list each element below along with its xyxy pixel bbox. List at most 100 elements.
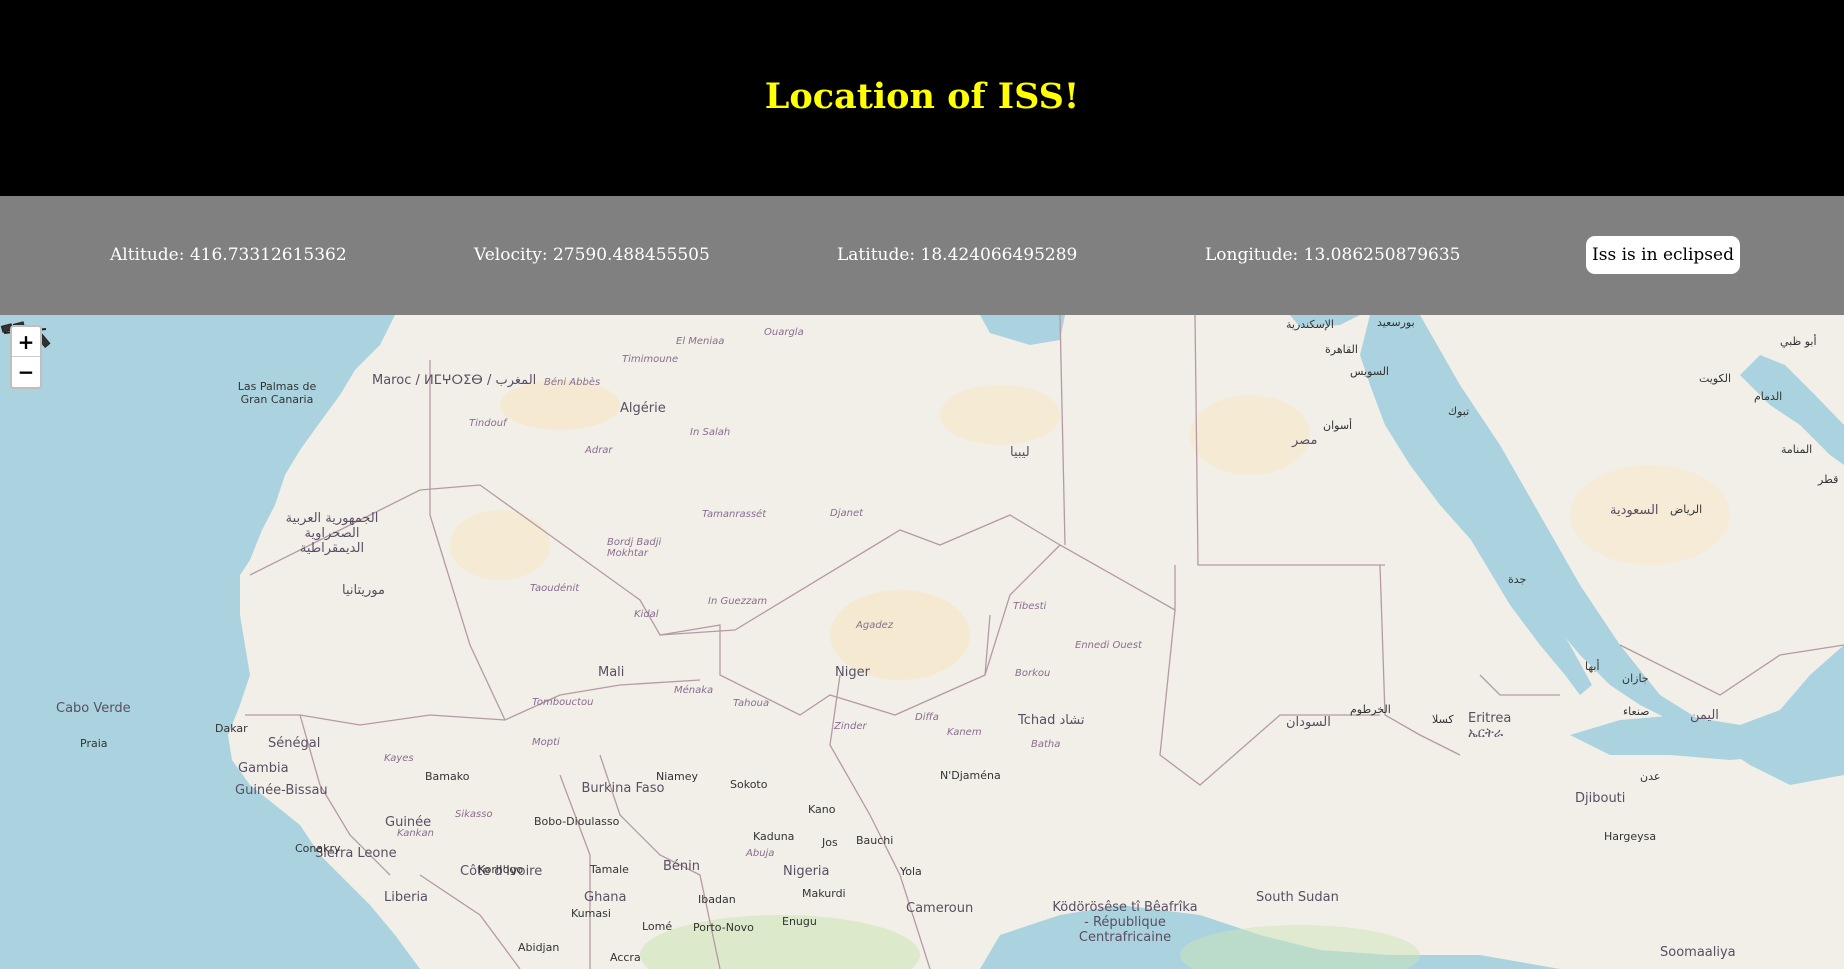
map-label-tamale: Tamale [590, 863, 629, 876]
map-label-in-guezzam: In Guezzam [708, 596, 768, 607]
map-label-morocco: Maroc / ⵍⵎⵖⵔⵉⴱ / المغرب [372, 373, 537, 388]
map-label-hargeysa: Hargeysa [1604, 830, 1657, 843]
map-label-nigeria: Nigeria [783, 864, 830, 879]
map-label-tabuk: تبوك [1448, 405, 1470, 418]
map-label-yola: Yola [900, 865, 922, 878]
zoom-out-button[interactable]: − [12, 357, 40, 387]
map-label-sanaa: صنعاء [1623, 705, 1650, 718]
map-label-khartoum: الخرطوم [1350, 703, 1391, 716]
map-label-abuja: Abuja [746, 848, 775, 859]
map-label-ghana: Ghana [584, 890, 627, 905]
map-label-jizan: جازان [1622, 672, 1649, 685]
map-label-in-salah: In Salah [690, 427, 731, 438]
map-tiles [228, 315, 1844, 969]
map-label-kankan: Kankan [397, 828, 434, 839]
map-label-tamanrasset: Tamanrassét [702, 509, 767, 520]
map-label-sudan: السودان [1286, 715, 1331, 730]
page-header: Location of ISS! [0, 0, 1844, 196]
map-label-mali: Mali [598, 665, 625, 680]
map-label-suez: السويس [1350, 365, 1389, 378]
world-map[interactable]: Maroc / ⵍⵎⵖⵔⵉⴱ / المغرب Algérie Mali Nig… [0, 315, 1844, 969]
map-label-agadez: Agadez [856, 620, 894, 631]
map-label-tibesti: Tibesti [1013, 601, 1047, 612]
map-label-tombouctou: Tombouctou [532, 697, 594, 708]
map-label-manama: المنامة [1781, 443, 1813, 456]
map-label-gambia: Gambia [238, 761, 289, 776]
map-label-saudi: السعودية [1610, 503, 1659, 518]
map-label-bordj-badji: Bordj Badji Mokhtar [607, 537, 662, 559]
longitude-readout: Longitude: 13.086250879635 [1205, 245, 1461, 265]
map-label-kayes: Kayes [384, 753, 414, 764]
map-label-kuwait: الكويت [1699, 372, 1732, 385]
map-label-jos: Jos [822, 836, 838, 849]
map-label-aden: عدن [1640, 770, 1661, 783]
map-label-mauritania: موريتانيا [342, 583, 385, 598]
map-label-libya: ليبيا [1010, 445, 1030, 460]
map-label-aswan: أسوان [1323, 419, 1353, 432]
map-label-abu-dhabi: أبو ظبي [1780, 335, 1817, 348]
velocity-readout: Velocity: 27590.488455505 [474, 245, 710, 265]
zoom-control: + − [10, 325, 42, 389]
map-label-dammam: الدمام [1754, 390, 1783, 403]
map-label-kanem: Kanem [947, 727, 982, 738]
page-title: Location of ISS! [764, 76, 1080, 117]
map-label-kano: Kano [808, 803, 836, 816]
map-label-porto-novo: Porto-Novo [693, 921, 754, 934]
latitude-readout: Latitude: 18.424066495289 [837, 245, 1078, 265]
map-label-las-palmas: Las Palmas de Gran Canaria [237, 380, 317, 406]
map-label-sikasso: Sikasso [455, 809, 493, 820]
map-label-timimoune: Timimoune [622, 354, 679, 365]
map-label-somalia: Soomaaliya [1660, 945, 1736, 960]
map-label-bauchi: Bauchi [856, 834, 894, 847]
map-label-lome: Lomé [642, 920, 673, 933]
zoom-in-button[interactable]: + [12, 327, 40, 357]
map-label-senegal: Sénégal [268, 736, 321, 751]
map-label-liberia: Liberia [384, 890, 429, 905]
map-label-djibouti: Djibouti [1575, 791, 1626, 806]
map-label-benin: Bénin [663, 859, 701, 874]
map-label-kumasi: Kumasi [571, 907, 611, 920]
map-label-mopti: Mopti [532, 737, 560, 748]
map-label-abha: أبها [1585, 660, 1600, 673]
map-label-taoudenit: Taoudénit [530, 583, 580, 594]
map-label-sahrawi: الجمهورية العربية الصحراوية الديمقراطية [285, 511, 379, 556]
map-label-yemen: اليمن [1690, 708, 1719, 723]
map-label-cameroun: Cameroun [906, 901, 974, 916]
map-label-ouargla: Ouargla [764, 327, 804, 338]
map-label-eritrea: Eritrea ኤርትራ [1468, 711, 1512, 741]
map-label-tahoua: Tahoua [733, 698, 770, 709]
map-label-enugu: Enugu [782, 915, 817, 928]
eclipse-status-badge: Iss is in eclipsed [1586, 236, 1740, 274]
map-label-car: Ködörösêse tî Bêafrîka - République Cent… [1052, 900, 1198, 945]
map-label-makurdi: Makurdi [802, 887, 846, 900]
map-label-jeddah: جدة [1508, 573, 1527, 586]
map-label-sokoto: Sokoto [730, 778, 768, 791]
map-label-menaka: Ménaka [674, 685, 714, 696]
map-label-qatar: قطر [1818, 473, 1839, 486]
map-label-riyadh: الرياض [1670, 503, 1703, 516]
map-label-egypt: مصر [1292, 433, 1318, 448]
map-label-ndjamena: N'Djaména [940, 769, 1001, 782]
map-label-el-meniaa: El Meniaa [676, 336, 725, 347]
map-label-beni-abbes: Béni Abbès [544, 377, 601, 388]
map-label-borkou: Borkou [1015, 668, 1051, 679]
map-label-south-sudan: South Sudan [1256, 890, 1339, 905]
map-label-cabo-verde: Cabo Verde [56, 701, 131, 716]
map-label-diffa: Diffa [915, 712, 939, 723]
map-label-dakar: Dakar [215, 722, 248, 735]
map-label-kidal: Kidal [634, 609, 659, 620]
map-label-batha: Batha [1031, 739, 1061, 750]
map-label-niger: Niger [835, 665, 870, 680]
map-label-niamey: Niamey [656, 770, 699, 783]
map-label-alexandria: الإسكندرية [1286, 318, 1334, 331]
map-label-abidjan: Abidjan [518, 941, 560, 954]
map-label-bobo-dioulasso: Bobo-Dioulasso [534, 815, 620, 828]
map-label-guinea-bissau: Guinée-Bissau [235, 783, 328, 798]
map-label-port-said: بورسعيد [1377, 316, 1415, 329]
altitude-readout: Altitude: 416.73312615362 [110, 245, 347, 265]
map-label-ennedi-ouest: Ennedi Ouest [1075, 640, 1142, 651]
map-label-zinder: Zinder [834, 721, 867, 732]
map-label-conakry: Conakry [295, 842, 341, 855]
map-label-bamako: Bamako [425, 770, 470, 783]
map-label-tindouf: Tindouf [469, 418, 507, 429]
